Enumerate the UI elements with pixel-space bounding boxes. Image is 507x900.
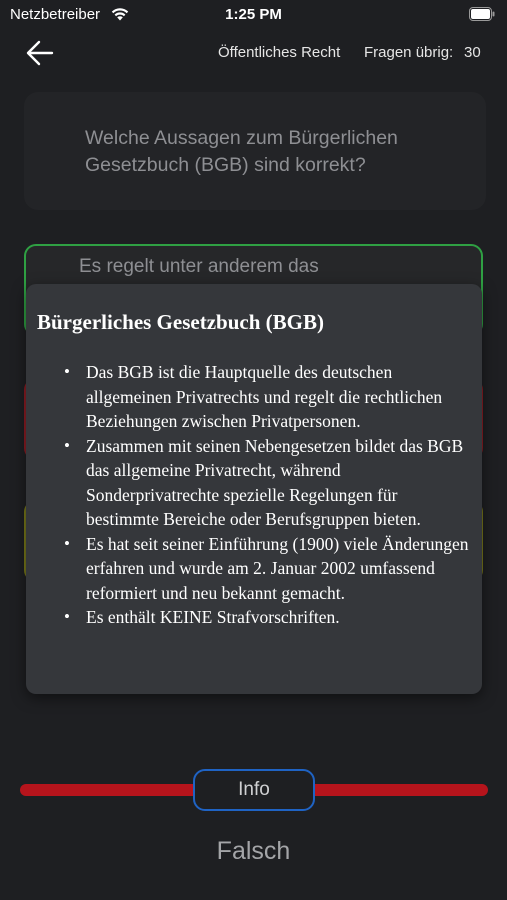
remaining-questions-count: 30 [464,44,481,61]
popover-list-item: • Es enthält KEINE Strafvorschriften. [62,605,472,630]
status-bar: Netzbetreiber 1:25 PM [0,0,507,30]
info-button[interactable]: Info [193,769,315,811]
info-popover: Bürgerliches Gesetzbuch (BGB) • Das BGB … [26,284,482,694]
quiz-screen: Netzbetreiber 1:25 PM Öffentliches Recht… [0,0,507,900]
popover-item-text: Zusammen mit seinen Nebengesetzen bildet… [86,435,464,530]
popover-list-item: • Zusammen mit seinen Nebengesetzen bild… [62,434,472,532]
question-text: Welche Aussagen zum Bürgerlichen Gesetzb… [85,127,398,176]
popover-item-text: Es hat seit seiner Einführung (1900) vie… [86,533,469,603]
popover-item-text: Das BGB ist die Hauptquelle des deutsche… [86,362,443,431]
popover-title: Bürgerliches Gesetzbuch (BGB) [37,310,324,334]
bullet: • [64,435,70,455]
popover-list-item: • Das BGB ist die Hauptquelle des deutsc… [62,360,472,434]
popover-list: • Das BGB ist die Hauptquelle des deutsc… [62,360,472,630]
bullet: • [64,533,70,553]
popover-item-text: Es enthält KEINE Strafvorschriften. [86,607,340,627]
back-arrow-icon[interactable] [24,38,56,68]
answer-option-1-text: Es regelt unter anderem das [79,256,319,277]
status-time: 1:25 PM [225,6,282,23]
category-title: Öffentliches Recht [218,44,341,61]
remaining-questions-label: Fragen übrig: [364,44,454,61]
question-card: Welche Aussagen zum Bürgerlichen Gesetzb… [24,92,486,210]
bullet: • [64,607,70,626]
bullet: • [64,362,70,381]
battery-icon [469,7,495,21]
popover-list-item: • Es hat seit seiner Einführung (1900) v… [62,532,472,606]
result-label: Falsch [216,837,291,865]
